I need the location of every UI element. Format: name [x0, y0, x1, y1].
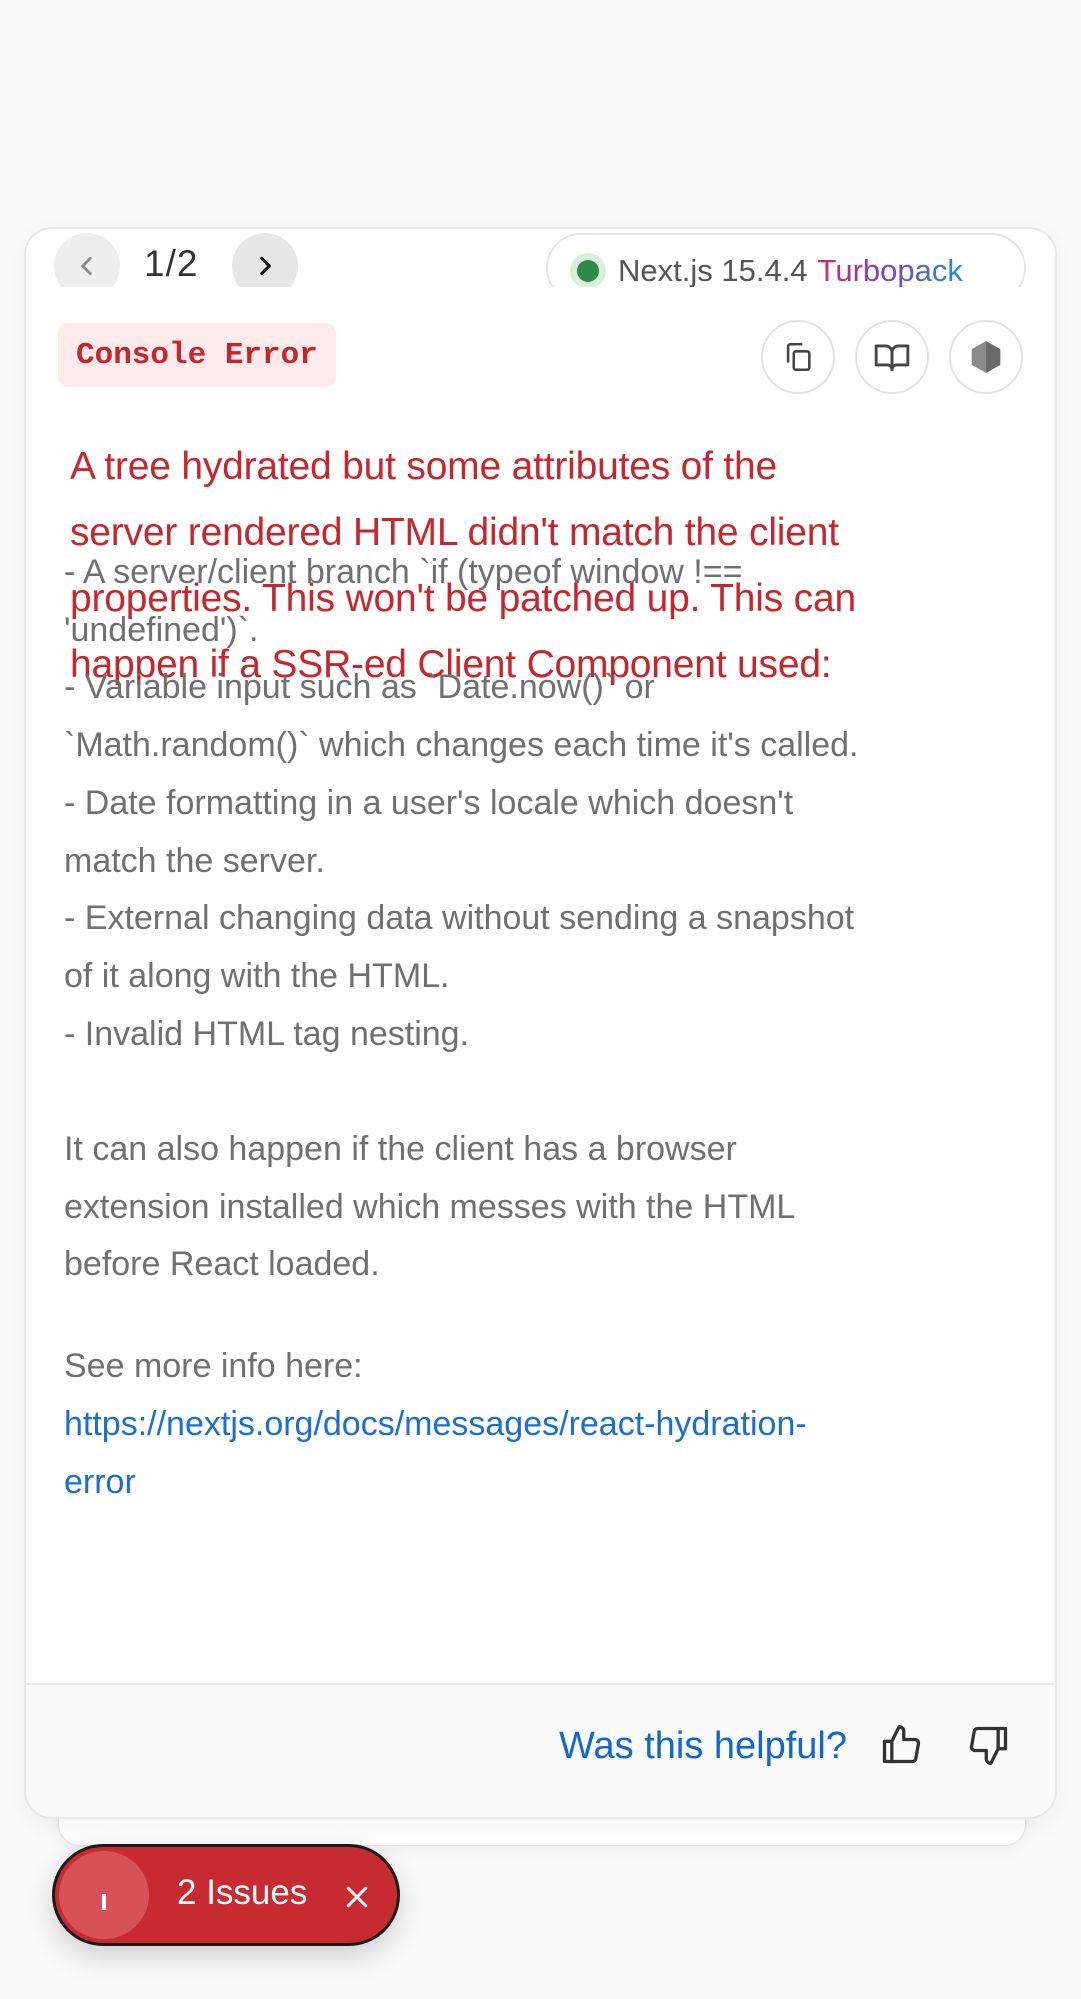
error-title-line: A tree hydrated but some attributes of t…: [70, 445, 778, 488]
feedback-footer: Was this helpful?: [26, 1683, 1055, 1817]
nodejs-hexagon-icon: [971, 341, 1001, 373]
docs-link-line[interactable]: error: [64, 1454, 1024, 1512]
description-line: - A server/client branch `if (typeof win…: [64, 553, 743, 591]
docs-link-line[interactable]: https://nextjs.org/docs/messages/react-h…: [64, 1396, 1024, 1454]
chevron-right-icon: [260, 256, 271, 276]
copy-icon: [786, 342, 811, 372]
issues-indicator[interactable]: 2 Issues: [52, 1844, 400, 1946]
framework-version: Next.js 15.4.4: [618, 253, 808, 287]
close-icon: [346, 1886, 368, 1908]
extension-note-line: extension installed which messes with th…: [64, 1187, 796, 1226]
error-navigation-bar: 1/2 Next.js 15.4.4 Turbopack: [26, 229, 1055, 287]
helpful-prompt: Was this helpful?: [559, 1725, 847, 1767]
description-line: `Math.random()` which changes each time …: [64, 726, 859, 765]
node-inspector-button[interactable]: [949, 320, 1023, 394]
thumbs-down-button[interactable]: [961, 1717, 1017, 1773]
thumbs-down-icon: [969, 1726, 1008, 1765]
status-dot-icon: [570, 253, 606, 287]
version-staleness-indicator[interactable]: Next.js 15.4.4 Turbopack: [546, 233, 1026, 287]
issues-count-label[interactable]: 2 Issues: [177, 1873, 307, 1913]
extension-note-line: It can also happen if the client has a b…: [64, 1130, 737, 1169]
description-line: - Date formatting in a user's locale whi…: [64, 783, 794, 822]
previous-error-button[interactable]: [54, 233, 120, 287]
chevron-left-icon: [81, 257, 92, 275]
nextjs-logo-icon[interactable]: [59, 1851, 149, 1939]
docs-button[interactable]: [855, 320, 929, 394]
error-overlay-dialog: 1/2 Next.js 15.4.4 Turbopack Console Err…: [24, 227, 1057, 1819]
error-description: - A server/client branch `if (typeof win…: [64, 544, 1024, 1599]
bundler-name: Turbopack: [817, 253, 963, 287]
description-line: - Invalid HTML tag nesting.: [64, 1014, 470, 1053]
description-line: of it along with the HTML.: [64, 956, 450, 995]
more-info-label: See more info here:: [64, 1347, 363, 1386]
thumbs-up-icon: [882, 1725, 921, 1764]
docs-link[interactable]: https://nextjs.org/docs/messages/react-h…: [64, 1396, 1024, 1511]
description-line: - External changing data without sending…: [64, 899, 855, 938]
error-pager: 1/2: [144, 243, 199, 284]
description-line: 'undefined')`.: [64, 610, 259, 649]
thumbs-up-button[interactable]: [873, 1717, 929, 1773]
book-open-icon: [874, 344, 910, 372]
dismiss-issues-button[interactable]: [337, 1877, 377, 1917]
description-line: - Variable input such as `Date.now()` or: [64, 668, 655, 707]
next-error-button[interactable]: [232, 233, 298, 287]
description-line: match the server.: [64, 841, 325, 880]
error-type-badge: Console Error: [58, 323, 336, 387]
extension-note-line: before React loaded.: [64, 1245, 380, 1284]
copy-error-button[interactable]: [761, 320, 835, 394]
